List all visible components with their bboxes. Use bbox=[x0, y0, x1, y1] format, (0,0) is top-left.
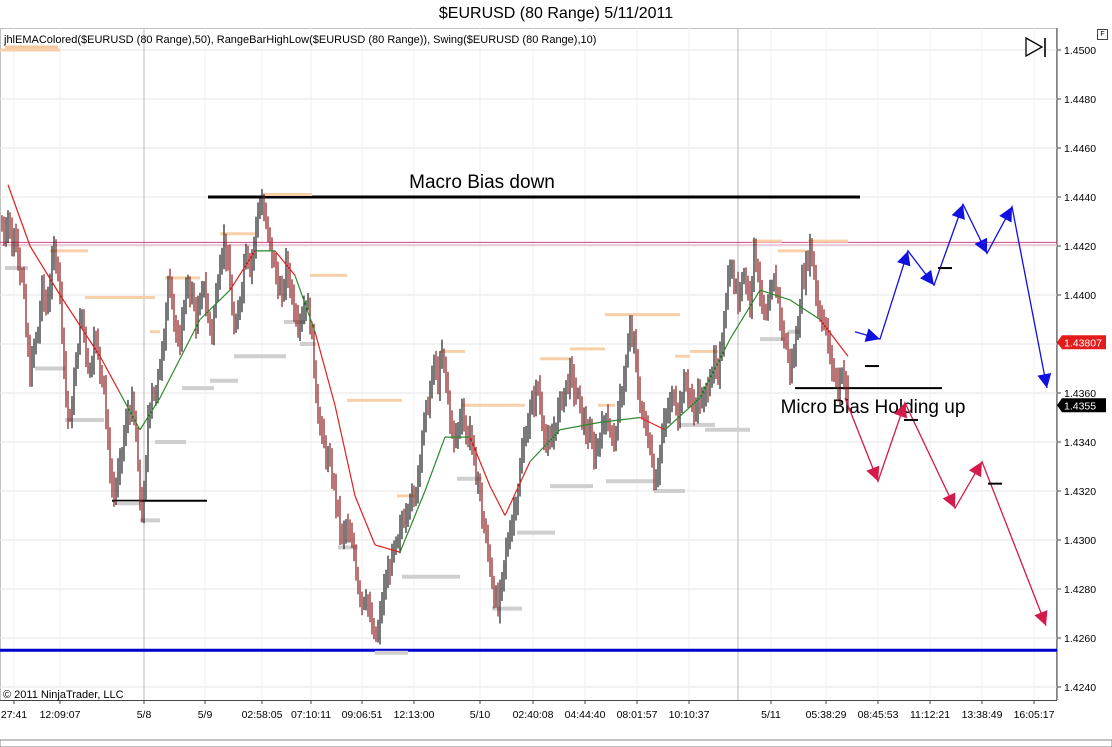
copyright-text: © 2011 NinjaTrader, LLC bbox=[3, 689, 124, 701]
x-tick-label: 09:06:51 bbox=[342, 709, 383, 721]
x-tick-label: 04:44:40 bbox=[565, 709, 606, 721]
price-label: 1.4355 bbox=[1064, 400, 1096, 412]
y-tick-label: 1.4360 bbox=[1064, 388, 1096, 400]
price-label: 1.43807 bbox=[1064, 337, 1102, 349]
y-tick-label: 1.4460 bbox=[1064, 143, 1096, 155]
time-axis: 27:41 12:09:07 5/8 5/9 02:58:05 07:10:11 09:06… bbox=[1, 700, 1055, 721]
x-tick-label: 08:01:57 bbox=[617, 709, 658, 721]
x-tick-label: 16:05:17 bbox=[1014, 709, 1055, 721]
macro-bias-label: Macro Bias down bbox=[409, 172, 555, 193]
y-tick-label: 1.4240 bbox=[1064, 682, 1096, 694]
y-tick-label: 1.4440 bbox=[1064, 192, 1096, 204]
y-tick-label: 1.4420 bbox=[1064, 241, 1096, 253]
y-tick-label: 1.4300 bbox=[1064, 535, 1096, 547]
y-tick-label: 1.4320 bbox=[1064, 486, 1096, 498]
y-tick-label: 1.4500 bbox=[1064, 45, 1096, 57]
indicator-legend: jhlEMAColored($EURUSD (80 Range),50), Ra… bbox=[3, 34, 596, 46]
x-tick-label: 5/11 bbox=[761, 709, 781, 721]
bottom-border bbox=[0, 739, 1112, 747]
x-tick-label: 07:10:11 bbox=[291, 709, 331, 721]
y-tick-label: 1.4340 bbox=[1064, 437, 1096, 449]
x-tick-label: 5/10 bbox=[470, 709, 491, 721]
micro-bias-label: Micro Bias Holding up bbox=[781, 397, 966, 418]
price-axis: 1.4500 1.4480 1.4460 1.4440 1.4420 1.4400 1.43… bbox=[1057, 45, 1106, 694]
x-tick-label: 05:38:29 bbox=[806, 709, 847, 721]
y-tick-label: 1.4480 bbox=[1064, 94, 1096, 106]
x-tick-label: 02:58:05 bbox=[242, 709, 283, 721]
x-tick-label: 5/9 bbox=[198, 709, 213, 721]
x-tick-label: 10:10:37 bbox=[669, 709, 710, 721]
price-chart: Macro Bias down Micro Bias Holding up 1.4… bbox=[0, 28, 1112, 747]
x-tick-label: 5/8 bbox=[137, 709, 152, 721]
y-tick-label: 1.4400 bbox=[1064, 290, 1096, 302]
y-tick-label: 1.4260 bbox=[1064, 633, 1096, 645]
x-tick-label: 12:09:07 bbox=[40, 709, 81, 721]
y-tick-label: 1.4280 bbox=[1064, 584, 1096, 596]
plot-area bbox=[0, 28, 1057, 701]
x-tick-label: 27:41 bbox=[1, 709, 27, 721]
x-tick-label: 12:13:00 bbox=[394, 709, 435, 721]
x-tick-label: 11:12:21 bbox=[910, 709, 950, 721]
x-tick-label: 13:38:49 bbox=[962, 709, 1003, 721]
x-tick-label: 02:40:08 bbox=[513, 709, 554, 721]
x-tick-label: 08:45:53 bbox=[858, 709, 899, 721]
